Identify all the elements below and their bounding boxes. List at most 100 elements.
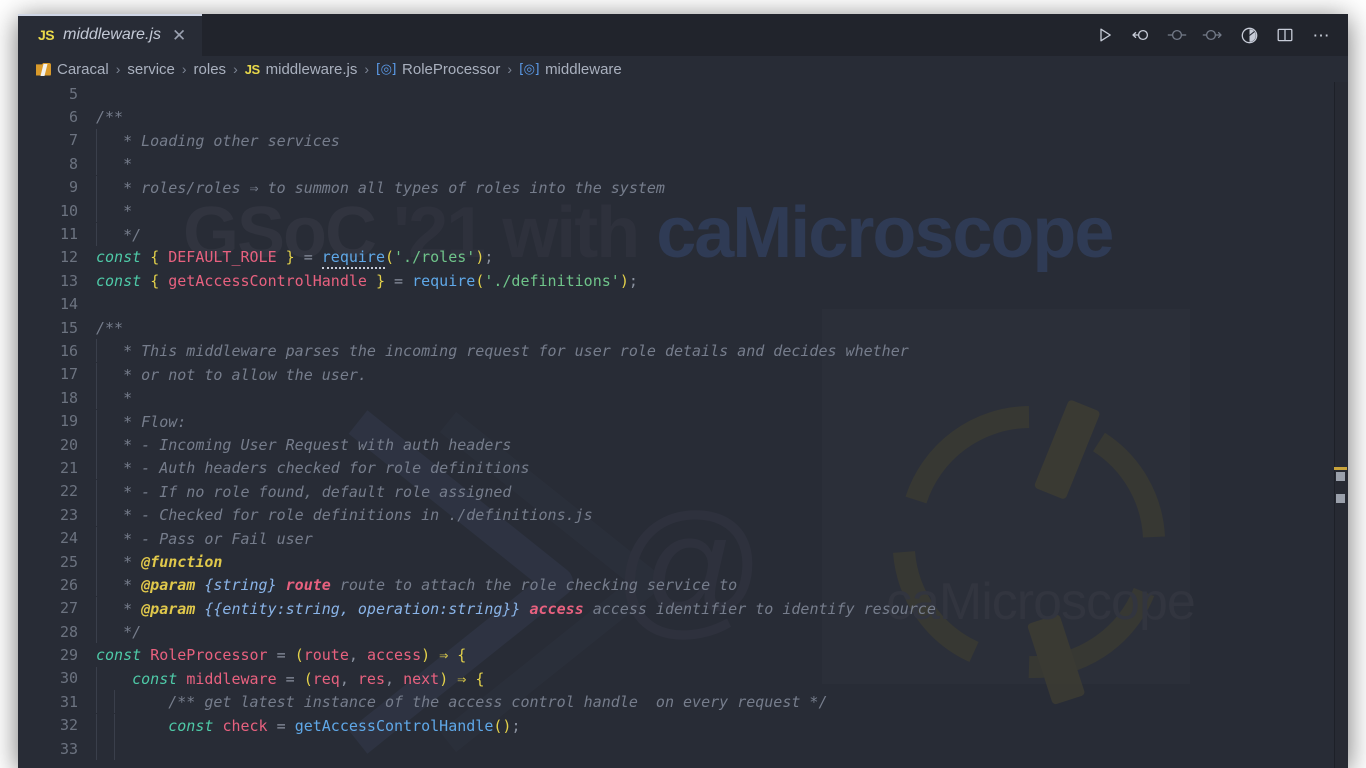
code-line[interactable]: 11 */ [18,222,1348,246]
breadcrumb-item-roles[interactable]: roles [194,61,227,78]
line-number: 31 [59,692,78,711]
run-and-debug-icon[interactable] [1236,22,1262,48]
more-actions-icon[interactable]: ⋯ [1308,22,1334,48]
code-line[interactable]: 6 /** [18,105,1348,128]
line-number: 32 [59,716,78,735]
code-line[interactable]: 23 * - Checked for role definitions in .… [18,503,1348,527]
code-line-text: * - Checked for role definitions in ./de… [92,503,593,527]
code-line-text [92,737,132,761]
line-number: 21 [59,458,78,477]
breadcrumb-separator: › [364,61,370,77]
code-line[interactable]: 5 [18,82,1348,105]
code-line[interactable]: 18 * [18,386,1348,410]
token-pun: = [267,646,295,665]
token-brc: ) [439,669,449,688]
code-line[interactable]: 10 * [18,199,1348,223]
line-number: 22 [59,482,78,501]
overview-marker-2 [1336,494,1345,503]
tab-middleware-js[interactable]: JS middleware.js ✕ [18,14,203,56]
code-line[interactable]: 15 /** [18,316,1348,339]
code-line[interactable]: 13 const { getAccessControlHandle } = req… [18,269,1348,292]
token-brc: ( [303,669,313,688]
breadcrumb-item-service[interactable]: service [127,61,175,78]
code-line[interactable]: 20 * - Incoming User Request with auth h… [18,433,1348,457]
token-cmt: * [114,599,142,618]
token-cmt: /** [96,318,124,337]
token-brc: { [475,669,485,688]
breadcrumb-label: RoleProcessor [402,60,501,78]
code-line[interactable]: 17 * or not to allow the user. [18,362,1348,386]
line-number: 8 [68,154,78,173]
code-line[interactable]: 14 [18,293,1348,316]
editor-scrollbar[interactable] [1334,82,1348,768]
breadcrumb-separator: › [181,61,187,77]
code-line-text: const middleware = (req, res, next) ⇒ { [92,666,485,690]
line-number: 12 [59,248,78,267]
token-brc: { [150,248,160,267]
code-line[interactable]: 30 const middleware = (req, res, next) ⇒… [18,666,1348,690]
run-icon[interactable] [1092,22,1118,48]
code-line-text: /** [92,319,123,337]
line-number: 33 [59,739,78,758]
code-line[interactable]: 21 * - Auth headers checked for role def… [18,456,1348,480]
code-line-text: * - Pass or Fail user [92,526,313,550]
close-icon[interactable]: ✕ [170,27,188,44]
breadcrumb-label: roles [193,60,227,78]
code-line[interactable]: 12 const { DEFAULT_ROLE } = require('./ro… [18,246,1348,270]
breadcrumb-item-middleware-js[interactable]: JS middleware.js [245,61,358,78]
token-pun: = [294,248,322,267]
line-number: 28 [59,622,78,641]
code-line[interactable]: 16 * This middleware parses the incoming… [18,339,1348,363]
code-line[interactable]: 24 * - Pass or Fail user [18,526,1348,550]
token-cmt: /** get latest instance of the access co… [168,693,828,712]
code-line[interactable]: 29 const RoleProcessor = (route, access) … [18,643,1348,666]
code-line[interactable]: 25 * @function [18,550,1348,573]
code-line[interactable]: 28 */ [18,620,1348,644]
code-line[interactable]: 33 [18,737,1348,761]
split-editor-icon[interactable] [1272,22,1298,48]
code-line-text: */ [92,222,141,246]
step-over-icon[interactable] [1164,22,1190,48]
breadcrumb-label: middleware [545,60,622,78]
token-cmt: * - Incoming User Request with auth head… [114,436,512,455]
code-line[interactable]: 27 * @param {{entity:string, operation:s… [18,596,1348,620]
token-var: middleware [186,669,277,688]
token-pun: ; [628,271,638,290]
token-pun: , [348,646,367,665]
token-cmt: * [114,576,142,595]
breadcrumb-item-caracal[interactable]: Caracal [36,61,109,78]
code-line[interactable]: 31 /** get latest instance of the access… [18,690,1348,714]
token-cmt: * [114,553,142,571]
tab-bar: JS middleware.js ✕ ⋯ [18,14,1348,56]
token-pun: , [339,669,358,688]
code-line[interactable]: 9 * roles/roles ⇒ to summon all types of… [18,175,1348,199]
code-line-text: * Loading other services [92,128,340,152]
line-number: 15 [59,318,78,337]
token-fn: getAccessControlHandle [294,716,494,735]
token-jdoc-type: {{entity:string, operation:string}} [204,599,521,618]
token-cmt: * This middleware parses the incoming re… [114,342,909,361]
code-line[interactable]: 7 * Loading other services [18,128,1348,152]
token-fn: require [321,248,385,270]
code-line[interactable]: 22 * - If no role found, default role as… [18,479,1348,503]
overview-marker-1 [1336,472,1345,481]
code-line[interactable]: 32 const check = getAccessControlHandle(… [18,713,1348,737]
breadcrumb-item-roleprocessor[interactable]: [◎] RoleProcessor [376,61,500,78]
step-into-icon[interactable] [1200,22,1226,48]
code-line[interactable]: 19 * Flow: [18,409,1348,433]
code-content[interactable]: 5 6/** 7 * Loading other services 8 * 9 * ro… [18,82,1348,768]
step-back-icon[interactable] [1128,22,1154,48]
breadcrumb-item-middleware[interactable]: [◎] middleware [519,61,622,78]
token-var: check [222,716,268,735]
code-editor[interactable]: @ caMicroscope GSoC '21 with caMicroscop… [18,82,1348,768]
code-line-text: const { getAccessControlHandle } = requi… [92,272,638,290]
token-pun: = [276,669,304,688]
code-line-text: * - If no role found, default role assig… [92,479,511,503]
code-line[interactable]: 8 * [18,152,1348,176]
code-line[interactable]: 26 * @param {string} route route to atta… [18,573,1348,597]
